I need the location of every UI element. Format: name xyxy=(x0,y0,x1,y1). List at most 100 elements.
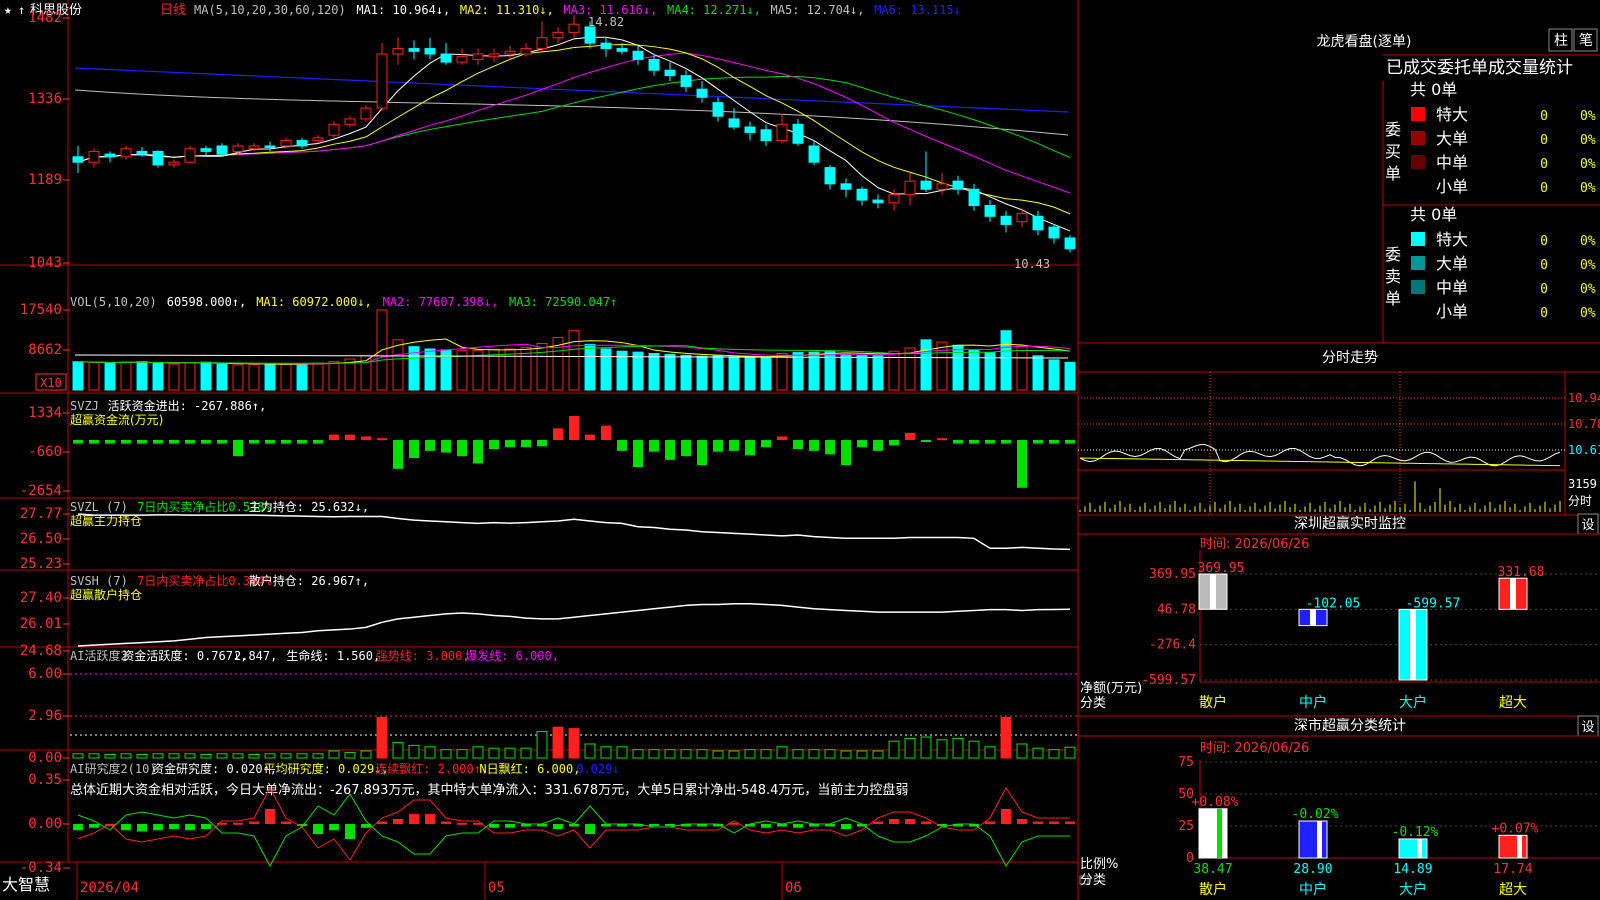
fund-flow-bar xyxy=(233,440,243,457)
research-bar xyxy=(553,824,563,829)
candle-body xyxy=(408,48,420,52)
favorite-icon[interactable]: ★ xyxy=(4,3,12,18)
ai-active-legend-item: 生命线: 1.560, xyxy=(286,648,380,663)
volume-bar xyxy=(168,363,180,391)
ai-research-legend-item: 连续飘红: 2.000↑, xyxy=(375,761,488,776)
volume-bar xyxy=(120,361,132,391)
vol-axis-tick-label: 8662 xyxy=(28,342,62,358)
candle-body xyxy=(488,53,500,58)
candle-body xyxy=(200,148,212,152)
fund-flow-bar xyxy=(809,440,819,451)
candle-body xyxy=(872,199,884,204)
period-label[interactable]: 日线 xyxy=(160,3,186,18)
volume-bar xyxy=(152,363,164,391)
ma-legend-item: MA2: 11.310↓, xyxy=(460,3,554,17)
candle-body xyxy=(184,148,196,163)
research-bar xyxy=(345,824,355,839)
activity-bar xyxy=(344,751,356,759)
activity-bar xyxy=(712,750,724,759)
ai-research-axis-tick-label: 0.00 xyxy=(28,816,62,832)
research-bar xyxy=(153,824,163,831)
fund-flow-bar xyxy=(905,432,915,440)
research-bar xyxy=(1049,821,1059,824)
fund-flow-bar xyxy=(377,438,387,441)
candle-body xyxy=(1000,215,1012,225)
research-bar xyxy=(89,824,99,828)
candle-body xyxy=(104,153,116,158)
activity-bar xyxy=(184,753,196,759)
fund-flow-bar xyxy=(153,440,163,444)
sell-orders-row-count: 0 xyxy=(1540,306,1548,321)
candle-body xyxy=(952,180,964,190)
candle-body xyxy=(568,23,580,33)
svsh-legend-item: 散户持仓: 26.967↑, xyxy=(249,573,369,588)
fund-flow-bar xyxy=(665,440,675,460)
candle-body xyxy=(232,145,244,152)
activity-bar xyxy=(360,750,372,759)
svzl-axis-tick-label: 26.50 xyxy=(20,531,62,547)
fund-flow-bar xyxy=(921,440,931,442)
ai-research-legend-item: 平均研究度: 0.029↓, xyxy=(264,761,389,776)
candle-body xyxy=(1048,226,1060,239)
activity-bar xyxy=(568,728,580,759)
research-bar xyxy=(649,824,659,826)
candle-body xyxy=(72,156,84,163)
intraday-avg-line xyxy=(1079,457,1561,467)
stats-bar-delta: +0.07% xyxy=(1492,821,1539,836)
stats-y-tick: 75 xyxy=(1178,755,1194,770)
research-bar xyxy=(585,824,595,834)
research-bar xyxy=(233,822,243,825)
vol-unit-label: X10 xyxy=(40,376,62,390)
fund-flow-bar xyxy=(297,440,307,444)
research-bar xyxy=(489,824,499,828)
activity-bar xyxy=(136,754,148,759)
fund-flow-bar xyxy=(249,440,259,444)
fund-flow-bar xyxy=(361,436,371,440)
fund-flow-bar xyxy=(137,440,147,444)
fund-flow-bar xyxy=(537,440,547,447)
research-bar xyxy=(313,824,323,834)
arrow-up-icon[interactable]: ↑ xyxy=(18,3,25,17)
monitor-bar-value: -599.57 xyxy=(1406,596,1461,611)
fund-flow-bar xyxy=(697,440,707,466)
research-bar xyxy=(281,821,291,824)
candle-body xyxy=(888,194,900,204)
fund-flow-bar xyxy=(761,440,771,448)
fund-flow-bar xyxy=(473,440,483,464)
volume-bar xyxy=(504,348,516,391)
activity-bar xyxy=(88,753,100,759)
ai-research-legend-item: 资金研究度: 0.020↑, xyxy=(152,761,277,776)
candle-body xyxy=(120,148,132,158)
buy-orders-label-char: 单 xyxy=(1385,164,1401,183)
stats-category: 超大 xyxy=(1499,882,1527,898)
candle-body xyxy=(600,42,612,50)
candle-body xyxy=(904,180,916,196)
retail-position-line xyxy=(77,602,1071,647)
candle-body xyxy=(728,118,740,128)
sell-orders-color-swatch xyxy=(1411,232,1425,246)
tab-label: 柱 xyxy=(1554,33,1568,49)
sell-orders-row-count: 0 xyxy=(1540,234,1548,249)
research-bar xyxy=(121,824,131,831)
activity-bar xyxy=(648,749,660,759)
stats-bar-delta: -0.12% xyxy=(1392,825,1439,840)
volume-bar xyxy=(968,349,980,391)
candle-body xyxy=(584,26,596,44)
volume-bar xyxy=(632,351,644,391)
stats-settings-label: 设 xyxy=(1581,720,1594,735)
sell-orders-label-char: 卖 xyxy=(1385,267,1401,286)
volume-bar xyxy=(792,352,804,391)
research-bar xyxy=(921,821,931,824)
sell-orders-color-swatch xyxy=(1411,280,1425,294)
stats-bar-value: 28.90 xyxy=(1293,862,1332,877)
ai-active-axis-tick-label: 2.96 xyxy=(28,708,62,724)
activity-bar xyxy=(824,749,836,759)
volume-bar xyxy=(328,361,340,391)
activity-bar xyxy=(1016,743,1028,759)
monitor-title: 深圳超赢实时监控 xyxy=(1294,515,1406,532)
stats-category: 大户 xyxy=(1399,881,1427,898)
ma-legend-item: MA1: 10.964↓, xyxy=(356,3,450,17)
monitor-bar-highlight xyxy=(1410,609,1416,680)
tab-label: 笔 xyxy=(1579,33,1593,49)
volume-bar xyxy=(184,362,196,391)
